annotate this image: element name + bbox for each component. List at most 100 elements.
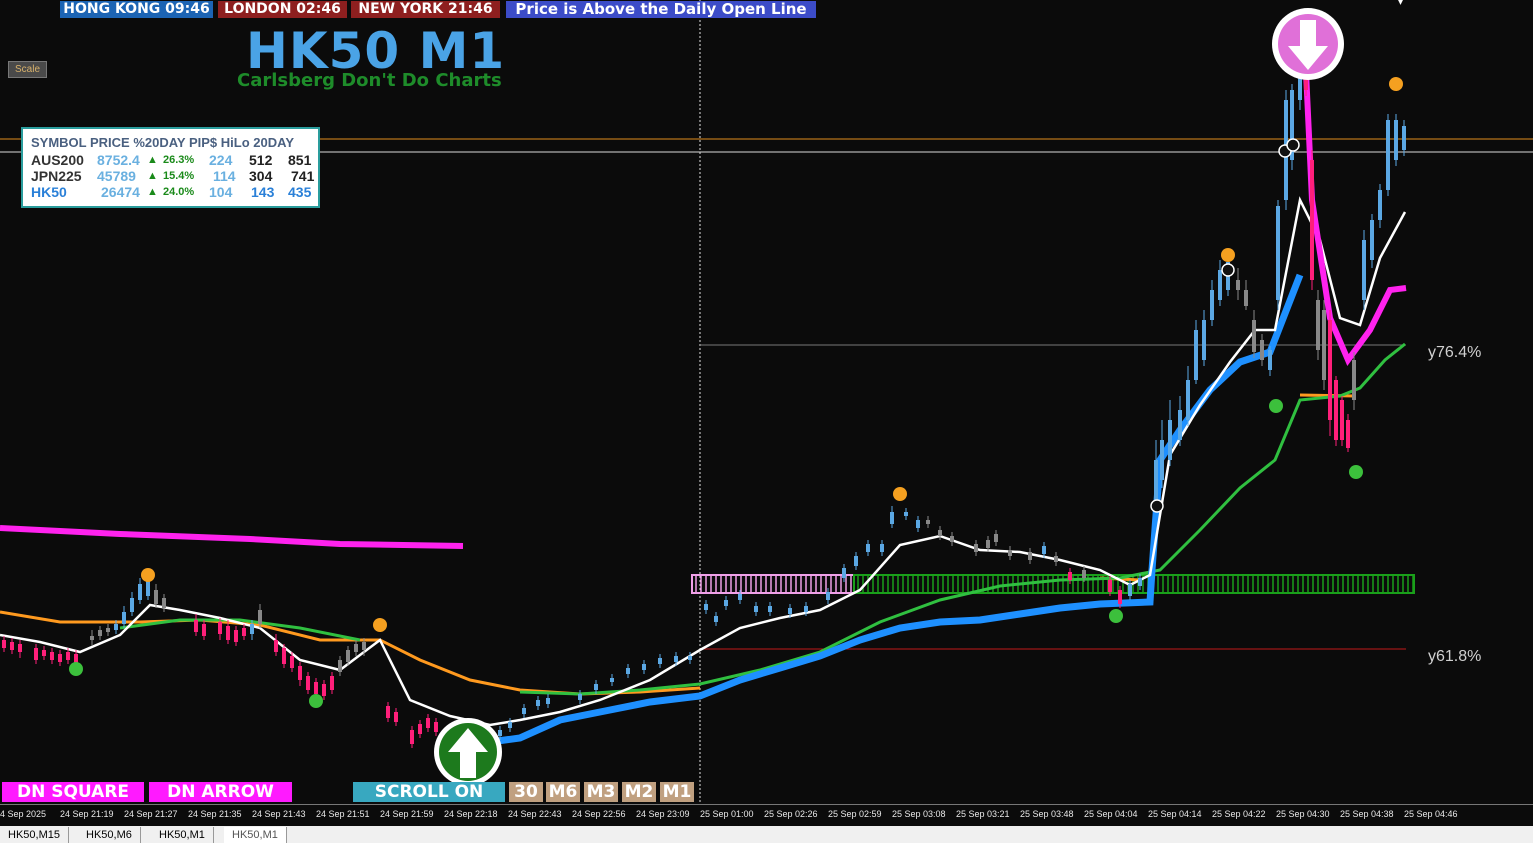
candle-body: [658, 658, 662, 664]
chart-tab[interactable]: HK50,M1: [224, 827, 287, 843]
candle-body: [1310, 160, 1314, 280]
candle-body: [218, 622, 222, 634]
candle-body: [290, 656, 294, 668]
candle-body: [202, 624, 206, 636]
row-day20: 435: [288, 184, 312, 200]
candle-body: [1160, 440, 1164, 480]
symbol-table: SYMBOL PRICE %20DAY PIP$ HiLo 20DAY AUS2…: [21, 127, 320, 208]
candle-body: [1340, 400, 1344, 440]
candle-body: [1028, 552, 1032, 560]
time-axis-label: 25 Sep 04:04: [1084, 809, 1138, 819]
chart-tab[interactable]: HK50,M15: [0, 827, 69, 843]
new-york-session-label: NEW YORK 21:46: [351, 1, 500, 18]
green-ma-line: [119, 342, 1406, 696]
chart-tab[interactable]: HK50,M6: [78, 827, 141, 843]
candle-body: [1218, 270, 1222, 300]
candle-body: [1346, 420, 1350, 448]
candle-body: [1186, 380, 1190, 420]
candle-body: [904, 512, 908, 516]
timeframe-m3-button[interactable]: M3: [584, 782, 618, 802]
orange-signal-dot: [893, 487, 907, 501]
time-axis-label: 25 Sep 03:08: [892, 809, 946, 819]
candle-body: [114, 624, 118, 630]
dn-arrow-button[interactable]: DN ARROW: [149, 782, 292, 802]
candle-body: [250, 624, 254, 634]
candle-body: [226, 626, 230, 640]
candle-body: [354, 644, 358, 652]
candle-body: [674, 656, 678, 662]
chart-tab[interactable]: HK50,M1: [151, 827, 214, 843]
row-pips: 114: [213, 168, 236, 184]
candle-body: [50, 652, 54, 660]
time-axis-label: 24 Sep 21:43: [252, 809, 306, 819]
candle-body: [1210, 290, 1214, 320]
candle-body: [418, 724, 422, 734]
candle-body: [938, 530, 942, 536]
price-chart[interactable]: [0, 0, 1533, 804]
candle-body: [1042, 546, 1046, 554]
row-hilo: 512: [249, 152, 273, 168]
timeframe-m1-button[interactable]: M1: [660, 782, 694, 802]
candle-body: [826, 592, 830, 600]
candle-body: [122, 612, 126, 624]
candle-body: [1268, 350, 1272, 370]
orange-signal-dot: [1221, 248, 1235, 262]
candle-body: [154, 590, 158, 604]
candle-body: [362, 642, 366, 650]
table-row: HK50 26474 ▲ 24.0% 104 143 435: [31, 184, 316, 200]
candle-body: [162, 598, 166, 608]
candle-body: [42, 650, 46, 656]
row-pips: 104: [209, 184, 233, 200]
scroll-on-button[interactable]: SCROLL ON: [353, 782, 505, 802]
time-axis-label: 24 Sep 21:51: [316, 809, 370, 819]
candle-body: [10, 642, 14, 650]
candle-body: [386, 706, 390, 718]
blue-trend-line: [464, 273, 1304, 759]
timeframe-30-button[interactable]: 30: [509, 782, 543, 802]
dn-square-button[interactable]: DN SQUARE: [2, 782, 144, 802]
green-signal-dot: [69, 662, 83, 676]
row-symbol: JPN225: [31, 168, 82, 184]
candle-body: [926, 520, 930, 524]
candle-body: [1108, 580, 1112, 592]
candle-body: [298, 666, 302, 680]
candle-body: [768, 606, 772, 612]
time-axis-label: 25 Sep 04:22: [1212, 809, 1266, 819]
time-axis-label: 24 Sep 21:35: [188, 809, 242, 819]
row-price: 45789: [97, 168, 136, 184]
candle-body: [66, 652, 70, 660]
price-status-message: Price is Above the Daily Open Line: [506, 1, 816, 18]
candle-body: [338, 660, 342, 672]
candle-body: [34, 648, 38, 660]
candle-body: [58, 654, 62, 662]
timeframe-m6-button[interactable]: M6: [546, 782, 580, 802]
time-axis-label: 25 Sep 04:14: [1148, 809, 1202, 819]
candle-body: [950, 536, 954, 542]
candle-body: [626, 668, 630, 674]
candle-body: [986, 540, 990, 548]
time-axis-label: 24 Sep 23:09: [636, 809, 690, 819]
small-marker-icon: [1286, 138, 1300, 152]
time-axis-label: 24 Sep 22:43: [508, 809, 562, 819]
time-axis-label: 4 Sep 2025: [0, 809, 47, 819]
candle-body: [1370, 220, 1374, 260]
magenta-ma-line-left: [0, 525, 464, 549]
timeframe-m2-button[interactable]: M2: [622, 782, 656, 802]
time-axis-label: 25 Sep 04:30: [1276, 809, 1330, 819]
candle-body: [804, 606, 808, 612]
candle-body: [1334, 380, 1338, 440]
row-arrow: ▲: [147, 170, 158, 182]
candle-body: [704, 604, 708, 610]
candle-body: [1402, 126, 1406, 150]
row-price: 26474: [101, 184, 140, 200]
small-marker-icon: [1221, 263, 1235, 277]
candle-body: [1118, 590, 1122, 604]
candle-body: [994, 534, 998, 542]
scale-button[interactable]: Scale: [8, 61, 47, 78]
time-axis-label: 25 Sep 02:26: [764, 809, 818, 819]
time-axis-label: 25 Sep 03:48: [1020, 809, 1074, 819]
candle-body: [1322, 310, 1326, 380]
table-row: JPN225 45789 ▲ 15.4% 114 304 741: [31, 168, 316, 184]
candle-body: [522, 708, 526, 714]
fib-label-upper: y76.4%: [1428, 344, 1482, 361]
